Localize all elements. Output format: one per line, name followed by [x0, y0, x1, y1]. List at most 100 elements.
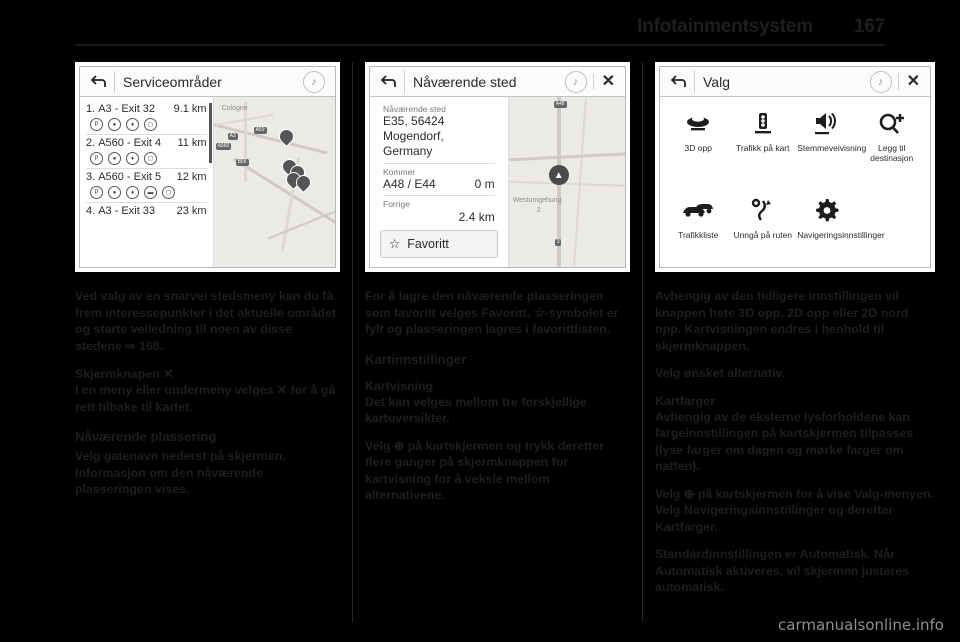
- page-title: Infotainmentsystem: [637, 16, 813, 37]
- hotel-icon: ▬: [144, 186, 157, 199]
- option-traffic-on-map[interactable]: Trafikk på kart: [731, 107, 796, 190]
- back-arrow-icon[interactable]: [664, 70, 695, 93]
- star-outline-icon: ☆: [389, 237, 401, 252]
- map-label: Cologne: [221, 105, 248, 112]
- option-label: Legg til destinasjon: [870, 143, 914, 164]
- list-scrollbar[interactable]: [208, 103, 212, 163]
- screen-body: Nåværende sted E35, 56424 Mogendorf, Ger…: [370, 97, 625, 267]
- column-divider-2: [642, 62, 643, 622]
- screen-title: Serviceområder: [123, 73, 222, 90]
- screenshot-service-areas: Serviceområder ♪ 1. A3 - Exit 32 9.1 km: [75, 62, 340, 272]
- paragraph: Velg gatenavn nederst på skjermen. Infor…: [75, 449, 286, 496]
- column-right: Valg ♪ ✕ 3D opp Trafikk på kart Stemmeve…: [655, 62, 935, 607]
- traffic-jam-icon: [681, 194, 715, 228]
- paragraph: Ved valg av en snarvei stedsmeny kan du …: [75, 289, 336, 353]
- list-item[interactable]: 3. A560 - Exit 5 12 km P ● ♦ ▬ ◻: [86, 169, 207, 203]
- paragraph: Det kan velges mellom tre forskjellige k…: [365, 394, 587, 426]
- map-preview[interactable]: Westumgehung 2 A48 3 ▲: [507, 97, 625, 267]
- paragraph: For å lagre den nåværende plasseringen s…: [365, 289, 619, 336]
- paragraph: Velg ⊕ på kartskjermen for å vise Valg-m…: [655, 486, 934, 534]
- list-item-name: 1.: [86, 103, 96, 115]
- page-number: 167: [853, 16, 885, 37]
- column-divider-1: [352, 62, 353, 622]
- paragraph: Velg ønsket alternativ.: [655, 366, 785, 380]
- list-item-title: A560 - Exit 4: [98, 137, 162, 149]
- option-label: Trafikkliste: [678, 230, 719, 241]
- field-label: Forrige: [383, 199, 410, 210]
- option-3d-up[interactable]: 3D opp: [666, 107, 731, 190]
- restroom-icon: ◻: [144, 118, 157, 131]
- divider: [383, 163, 495, 165]
- list-item-name: 3.: [86, 171, 96, 183]
- restaurant-icon: ♦: [126, 152, 139, 165]
- close-icon[interactable]: ✕: [907, 73, 920, 90]
- field-distance: 0 m: [474, 177, 495, 192]
- header-divider: [75, 44, 885, 46]
- list-item[interactable]: 4. A3 - Exit 33 23 km: [86, 203, 207, 220]
- option-voice-guidance[interactable]: Stemmeveivisning: [795, 107, 867, 190]
- body-text-middle: For å lagre den nåværende plasseringen s…: [365, 288, 630, 504]
- favourite-button[interactable]: ☆ Favoritt: [380, 229, 498, 258]
- fuel-icon: ●: [108, 152, 121, 165]
- fuel-icon: ●: [108, 186, 121, 199]
- option-avoid-on-route[interactable]: Unngå på ruten: [731, 194, 796, 267]
- map-preview[interactable]: Cologne A3 A59 A560 B56: [212, 97, 335, 267]
- restaurant-icon: ♦: [126, 186, 139, 199]
- option-label: Trafikk på kart: [735, 143, 790, 153]
- list-item-name: 4.: [86, 205, 96, 217]
- list-item[interactable]: 2. A560 - Exit 4 11 km P ● ♦ ◻: [86, 135, 207, 169]
- amenity-icons: P ● ♦ ◻: [86, 152, 207, 165]
- list-item-distance: 12 km: [176, 171, 207, 183]
- parking-icon: P: [90, 152, 103, 165]
- road-shield: B56: [235, 159, 249, 166]
- options-grid: 3D opp Trafikk på kart Stemmeveivisning …: [660, 97, 930, 267]
- list-item-distance: 9.1 km: [173, 103, 207, 115]
- option-traffic-list[interactable]: Trafikkliste: [666, 194, 731, 267]
- location-info-panel: Nåværende sted E35, 56424 Mogendorf, Ger…: [370, 97, 508, 267]
- service-area-list[interactable]: 1. A3 - Exit 32 9.1 km P ● ♦ ◻ 2. A560 -…: [80, 97, 213, 267]
- field-label: Nåværende sted: [383, 104, 446, 114]
- option-label: 3D opp: [684, 143, 712, 153]
- parking-icon: P: [90, 118, 103, 131]
- titlebar-separator: [592, 73, 594, 90]
- 3d-map-icon: [683, 107, 713, 141]
- list-item-distance: 23 km: [176, 205, 207, 217]
- road-shield: 3: [554, 239, 562, 246]
- list-item-name: 2.: [86, 137, 96, 149]
- road-shield: A48: [553, 101, 567, 108]
- option-navigation-settings[interactable]: Navigeringsinnstillinger: [795, 194, 885, 267]
- gear-icon: [813, 194, 841, 228]
- back-arrow-icon[interactable]: [374, 70, 405, 93]
- amenity-icons: P ● ♦ ◻: [86, 118, 207, 131]
- option-label: Stemmeveivisning: [797, 143, 867, 153]
- watermark: carmanualsonline.info: [778, 616, 944, 634]
- magnifier-plus-icon: [877, 107, 907, 141]
- music-note-icon[interactable]: ♪: [869, 70, 892, 93]
- restroom-icon: ◻: [144, 152, 157, 165]
- heading: Nåværende plassering: [75, 429, 217, 444]
- back-arrow-icon[interactable]: [84, 70, 115, 93]
- column-left: Serviceområder ♪ 1. A3 - Exit 32 9.1 km: [75, 62, 340, 509]
- field-label: Kommer: [383, 167, 416, 178]
- heading: Kartinnstillinger: [365, 351, 467, 367]
- restroom-icon: ◻: [162, 186, 175, 199]
- restaurant-icon: ♦: [126, 118, 139, 131]
- subheading: Skjermknapen ✕: [75, 367, 174, 381]
- amenity-icons: P ● ♦ ▬ ◻: [86, 186, 207, 199]
- list-item[interactable]: 1. A3 - Exit 32 9.1 km P ● ♦ ◻: [86, 101, 207, 135]
- close-icon[interactable]: ✕: [602, 73, 615, 90]
- paragraph: Velg ⊕ på kartskjermen og trykk deretter…: [365, 438, 605, 503]
- route-detour-icon: [750, 194, 776, 228]
- screen-body: 1. A3 - Exit 32 9.1 km P ● ♦ ◻ 2. A560 -…: [80, 97, 335, 267]
- manual-page: Infotainmentsystem 167 Serviceområder ♪: [0, 0, 960, 642]
- fuel-icon: ●: [108, 118, 121, 131]
- list-item-title: A3 - Exit 32: [98, 103, 156, 115]
- divider: [383, 195, 495, 197]
- music-note-icon[interactable]: ♪: [303, 70, 325, 93]
- screen-title: Nåværende sted: [413, 73, 517, 90]
- paragraph: Avhengig av den tidligere innstillingen …: [655, 289, 909, 353]
- option-add-destination[interactable]: Legg til destinasjon: [860, 107, 925, 190]
- list-item-title: A560 - Exit 5: [98, 171, 162, 183]
- body-text-right: Avhengig av den tidligere innstillingen …: [655, 288, 935, 596]
- music-note-icon[interactable]: ♪: [564, 70, 587, 93]
